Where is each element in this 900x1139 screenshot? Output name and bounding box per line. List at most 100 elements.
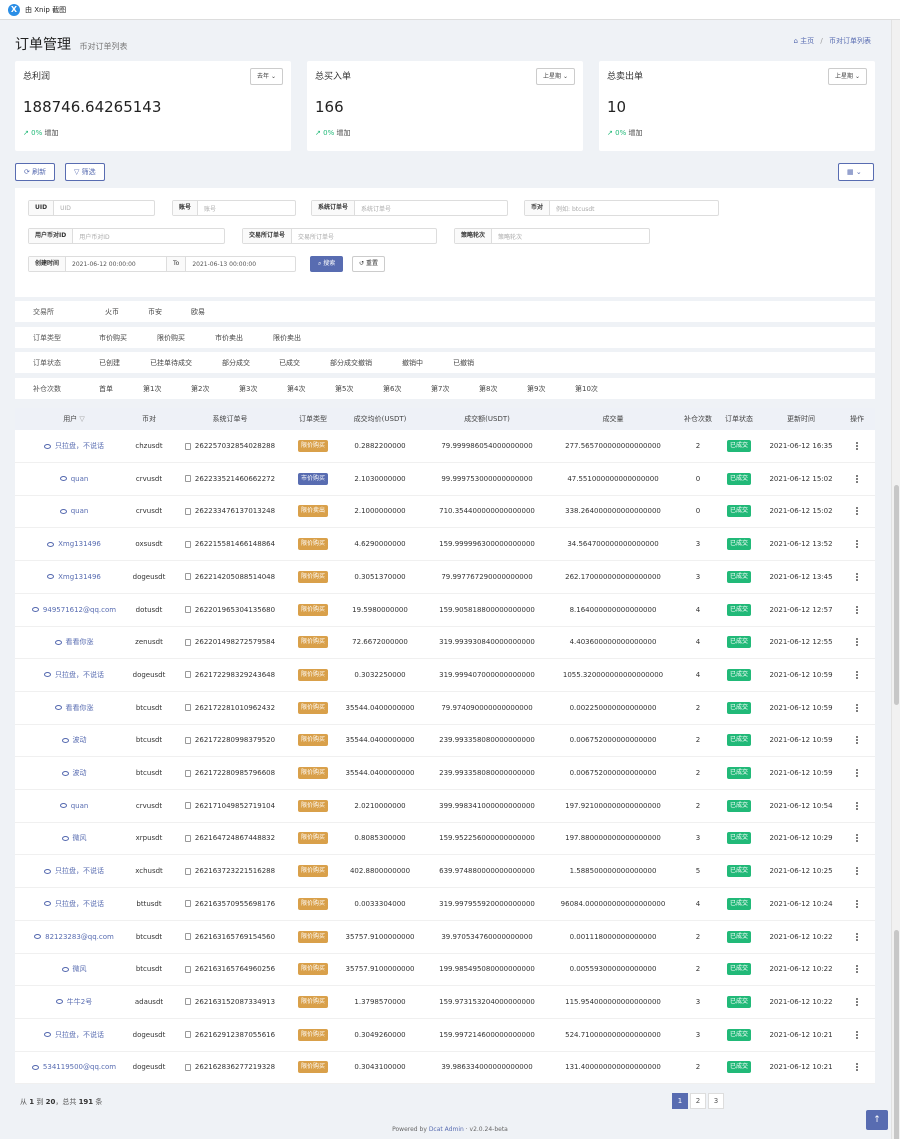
category-item[interactable]: 第1次 [143,384,191,394]
user-link[interactable]: 82123283@qq.com [45,933,114,941]
round-field[interactable]: 策略轮次 策略轮次 [454,228,650,244]
category-item[interactable]: 已撤销 [453,358,504,368]
dcat-admin-link[interactable]: Dcat Admin [429,1126,464,1133]
time-end-input[interactable]: 2021-06-13 00:00:00 [186,261,256,268]
cell-user[interactable]: 看看你涨 [15,626,133,659]
category-item[interactable]: 第7次 [431,384,479,394]
user-link[interactable]: 只拉盘，不说话 [55,900,104,908]
copy-icon[interactable] [184,1031,191,1039]
page-scrollbar[interactable] [891,20,900,1139]
back-to-top-button[interactable]: ↑ [866,1110,888,1130]
eye-icon[interactable] [55,999,63,1005]
scrollbar-thumb[interactable] [894,485,899,705]
more-vertical-icon[interactable] [856,1033,858,1036]
row-actions[interactable] [843,594,871,627]
copy-icon[interactable] [184,769,191,777]
cell-user[interactable]: 只拉盘，不说话 [15,888,133,921]
category-item[interactable]: 已成交 [279,358,330,368]
category-item[interactable]: 第6次 [383,384,431,394]
copy-icon[interactable] [184,1063,191,1071]
copy-icon[interactable] [184,606,191,613]
eye-icon[interactable] [59,476,67,482]
copy-icon[interactable] [184,867,191,875]
more-vertical-icon[interactable] [856,772,858,774]
eye-icon[interactable] [44,901,51,907]
copy-icon[interactable] [184,475,191,483]
more-vertical-icon[interactable] [856,608,858,611]
column-selector-button[interactable]: ▦ ⌄ [838,163,874,181]
more-vertical-icon[interactable] [856,673,858,676]
user-link[interactable]: Xmg131496 [58,573,101,581]
user-link[interactable]: 波动 [73,769,87,777]
cell-user[interactable]: 只拉盘，不说话 [15,855,133,888]
category-item[interactable]: 部分成交撤销 [330,358,402,368]
eye-icon[interactable] [31,1064,39,1070]
eye-icon[interactable] [54,705,62,711]
copy-icon[interactable] [184,638,191,646]
row-actions[interactable] [843,463,871,496]
row-actions[interactable] [843,561,871,594]
category-item[interactable]: 第10次 [575,384,623,394]
category-item[interactable]: 市价卖出 [215,333,273,343]
eye-icon[interactable] [44,868,51,874]
row-actions[interactable] [843,855,871,888]
filter-button[interactable]: ▽ 筛选 [65,163,105,181]
user-link[interactable]: 只拉盘，不说话 [55,442,104,450]
category-item[interactable]: 第8次 [479,384,527,394]
cell-user[interactable]: Xmg131496 [15,528,133,561]
category-item[interactable]: 第4次 [287,384,335,394]
row-actions[interactable] [843,430,871,463]
eye-icon[interactable] [61,770,69,776]
user-link[interactable]: 只拉盘，不说话 [55,1031,104,1039]
eye-icon[interactable] [34,934,42,939]
copy-icon[interactable] [184,540,191,548]
more-vertical-icon[interactable] [856,445,858,447]
more-vertical-icon[interactable] [856,935,858,938]
eye-icon[interactable] [59,508,67,514]
eye-icon[interactable] [47,574,55,580]
cell-user[interactable]: 只拉盘，不说话 [15,659,133,692]
eye-icon[interactable] [61,737,69,743]
copy-icon[interactable] [184,900,191,908]
user-link[interactable]: quan [71,507,89,515]
cell-user[interactable]: 534119500@qq.com [15,1051,133,1084]
row-actions[interactable] [843,790,871,823]
eye-icon[interactable] [44,443,51,449]
category-item[interactable]: 市价购买 [99,333,157,343]
row-actions[interactable] [843,888,871,921]
category-item[interactable]: 火币 [105,307,148,317]
category-item[interactable]: 第2次 [191,384,239,394]
copy-icon[interactable] [184,998,191,1006]
cell-user[interactable]: 牛牛2号 [15,986,133,1019]
cell-user[interactable]: 只拉盘，不说话 [15,1019,133,1052]
more-vertical-icon[interactable] [856,641,858,644]
cell-user[interactable]: 82123283@qq.com [15,921,133,954]
category-item[interactable]: 首单 [99,384,143,394]
row-actions[interactable] [843,822,871,855]
more-vertical-icon[interactable] [856,902,858,905]
category-item[interactable]: 第3次 [239,384,287,394]
user-exid-field[interactable]: 用户币对ID 用户币对ID [28,228,225,244]
category-item[interactable]: 币安 [148,307,191,317]
account-field[interactable]: 账号 账号 [172,200,296,216]
category-item[interactable]: 部分成交 [222,358,279,368]
eye-icon[interactable] [61,835,69,841]
copy-icon[interactable] [184,442,191,450]
eye-icon[interactable] [31,607,39,612]
copy-icon[interactable] [184,507,191,515]
sysorder-field[interactable]: 系统订单号 系统订单号 [311,200,508,216]
copy-icon[interactable] [184,965,191,973]
page-3-button[interactable]: 3 [708,1093,724,1109]
user-link[interactable]: 微风 [73,965,87,973]
eye-icon[interactable] [54,639,62,645]
category-item[interactable]: 已创建 [99,358,150,368]
user-link[interactable]: 534119500@qq.com [43,1063,116,1071]
category-item[interactable]: 第9次 [527,384,575,394]
row-actions[interactable] [843,528,871,561]
cell-user[interactable]: quan [15,495,133,528]
copy-icon[interactable] [184,736,191,744]
period-dropdown[interactable]: 去年 ⌄ [250,68,283,85]
cell-user[interactable]: 看看你涨 [15,692,133,725]
more-vertical-icon[interactable] [856,575,858,578]
time-start-input[interactable]: 2021-06-12 00:00:00 [66,261,166,268]
